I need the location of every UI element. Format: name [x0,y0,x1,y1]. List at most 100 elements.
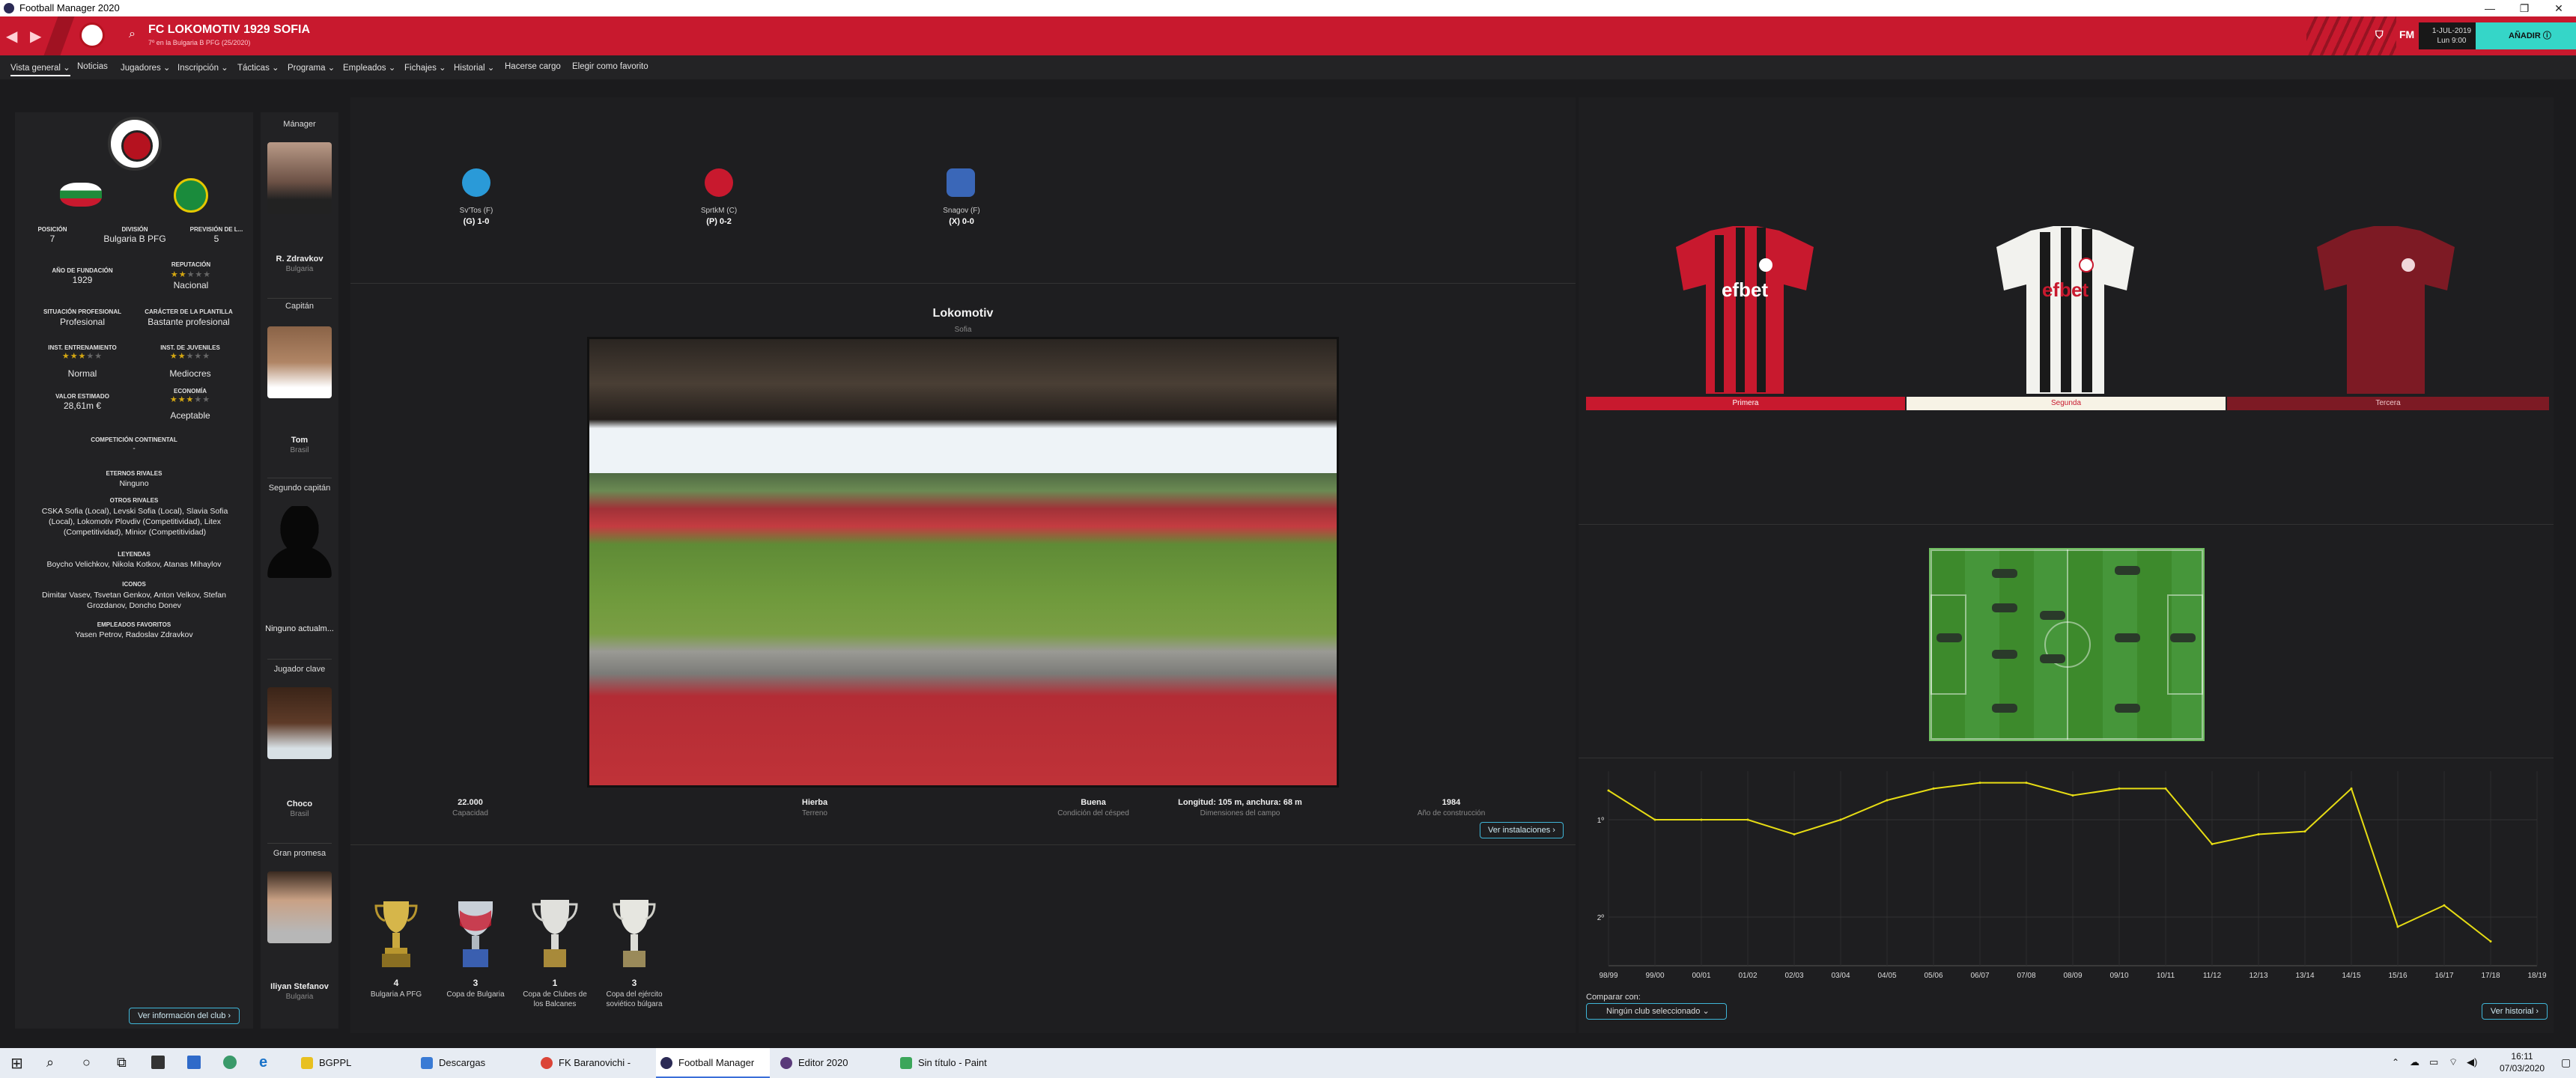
match-2-opponent[interactable]: SprtkM (C) [674,207,764,215]
home-kit[interactable]: efbet [1671,225,1818,397]
trophy-icon[interactable] [532,897,578,972]
tray-chevron-icon[interactable]: ⌃ [2392,1057,2399,1068]
player-marker[interactable] [1936,633,1962,642]
match-1-result[interactable]: (G) 1-0 [431,217,521,226]
tab-schedule[interactable]: Programa ⌄ [288,62,335,73]
third-kit[interactable] [2312,225,2459,397]
opponent-logo-3[interactable] [947,168,975,197]
view-facilities-button[interactable]: Ver instalaciones › [1480,822,1564,838]
store-icon[interactable] [151,1056,165,1069]
continue-button[interactable]: AÑADIR ⓘ [2476,22,2576,49]
opponent-logo-2[interactable] [705,168,733,197]
nation-logo[interactable] [174,178,208,213]
forward-icon[interactable]: ▶ [30,27,41,46]
trophy-name[interactable]: Copa de Clubes de los Balcanes [517,990,592,1009]
tab-registration[interactable]: Inscripción ⌄ [177,62,228,73]
cortana-icon[interactable]: ○ [82,1055,91,1071]
match-2-result[interactable]: (P) 0-2 [674,217,764,226]
manager-name[interactable]: R. Zdravkov [261,255,338,264]
player-marker[interactable] [2115,633,2140,642]
formation-pitch[interactable] [1929,548,2205,741]
player-marker[interactable] [1992,569,2017,578]
take-charge-link[interactable]: Hacerse cargo [505,62,561,71]
third-kit-label[interactable]: Tercera [2227,397,2549,410]
tab-news[interactable]: Noticias [77,62,108,71]
app-icon[interactable] [223,1056,237,1069]
trophy-icon[interactable] [611,897,657,972]
home-kit-label[interactable]: Primera [1586,397,1905,410]
shield-icon[interactable]: ⛉ [2375,28,2384,41]
taskbar-item[interactable]: FK Baranovichi - Pe... [536,1048,650,1078]
player-marker[interactable] [2040,611,2065,620]
trophy-icon[interactable] [452,897,499,972]
network-icon[interactable]: ⌔ [2449,1056,2458,1068]
task-view-icon[interactable]: ⧉ [117,1055,127,1071]
league-position-chart[interactable]: 98/99 99/00 00/01 01/02 02/03 03/04 04/05 05/06… [1588,764,2554,988]
player-marker[interactable] [1992,650,2017,659]
player-marker[interactable] [2115,566,2140,575]
game-date[interactable]: 1-JUL-2019 Lun 9:00 [2419,22,2485,49]
match-1-opponent[interactable]: Sv'Tos (F) [431,207,521,215]
club-crest[interactable] [79,22,105,48]
trophy-icon[interactable] [373,897,419,972]
tray-icon[interactable]: ☁ [2410,1056,2419,1068]
edge-icon[interactable]: e [259,1054,267,1071]
tab-tactics[interactable]: Tácticas ⌄ [237,62,279,73]
fm-menu-icon[interactable]: FM [2399,28,2414,40]
icons-value[interactable]: Dimitar Vasev, Tsvetan Genkov, Anton Vel… [30,590,238,611]
key-player-name[interactable]: Choco [261,800,338,808]
club-info-button[interactable]: Ver información del club › [129,1008,240,1024]
other-rivals-value[interactable]: CSKA Sofia (Local), Levski Sofia (Local)… [28,506,241,538]
tab-transfers[interactable]: Fichajes ⌄ [404,62,446,73]
battery-icon[interactable]: ▭ [2429,1056,2438,1068]
match-3-result[interactable]: (X) 0-0 [917,217,1006,226]
taskbar-item[interactable]: Editor 2020 [776,1048,890,1078]
division-value[interactable]: Bulgaria B PFG [90,234,180,244]
stadium-name[interactable]: Lokomotiv [813,307,1113,320]
minimize-button[interactable]: — [2473,0,2507,16]
prospect-portrait[interactable] [267,871,332,943]
tab-players[interactable]: Jugadores ⌄ [121,62,171,73]
captain-portrait[interactable] [267,326,332,398]
taskbar-item-active[interactable]: Football Manager 2... [656,1048,770,1078]
trophy-name[interactable]: Copa del ejército soviético búlgara [597,990,672,1009]
favourite-staff-value[interactable]: Yasen Petrov, Radoslav Zdravkov [30,630,238,639]
away-kit[interactable]: efbet [1992,225,2139,397]
volume-icon[interactable]: ◀) [2467,1056,2477,1068]
tab-staff[interactable]: Empleados ⌄ [343,62,395,73]
player-marker[interactable] [2115,704,2140,713]
taskbar-item[interactable]: Descargas [416,1048,530,1078]
maximize-button[interactable]: ❐ [2507,0,2542,16]
mail-icon[interactable] [187,1056,201,1069]
trophy-name[interactable]: Bulgaria A PFG [359,990,434,999]
manager-portrait[interactable] [267,142,332,214]
player-marker[interactable] [2170,633,2196,642]
back-icon[interactable]: ◀ [6,27,17,46]
captain-name[interactable]: Tom [261,436,338,445]
prospect-name[interactable]: Iliyan Stefanov [261,982,338,991]
clock[interactable]: 16:11 07/03/2020 [2486,1050,2558,1074]
close-button[interactable]: ✕ [2542,0,2576,16]
compare-club-select[interactable]: Ningún club seleccionado ⌄ [1586,1003,1727,1020]
player-marker[interactable] [2040,654,2065,663]
search-icon[interactable]: ⌕ [129,28,136,41]
start-icon[interactable]: ⊞ [10,1054,23,1073]
view-history-button[interactable]: Ver historial › [2482,1003,2548,1020]
player-marker[interactable] [1992,603,2017,612]
away-kit-label[interactable]: Segunda [1907,397,2226,410]
division-logo[interactable] [60,183,102,207]
tab-history[interactable]: Historial ⌄ [454,62,494,73]
set-favourite-link[interactable]: Elegir como favorito [572,62,648,71]
player-marker[interactable] [1992,704,2017,713]
taskbar-item[interactable]: BGPPL [297,1048,410,1078]
club-name[interactable]: FC LOKOMOTIV 1929 SOFIA [148,23,310,37]
match-3-opponent[interactable]: Snagov (F) [917,207,1006,215]
trophy-name[interactable]: Copa de Bulgaria [438,990,513,999]
notifications-icon[interactable]: ▢ [2561,1056,2571,1069]
legends-value[interactable]: Boycho Velichkov, Nikola Kotkov, Atanas … [30,560,238,569]
search-icon[interactable]: ⌕ [46,1055,54,1071]
taskbar-item[interactable]: Sin título - Paint [896,1048,1009,1078]
key-player-portrait[interactable] [267,687,332,759]
tab-overview[interactable]: Vista general ⌄ [10,62,70,76]
opponent-logo-1[interactable] [462,168,490,197]
